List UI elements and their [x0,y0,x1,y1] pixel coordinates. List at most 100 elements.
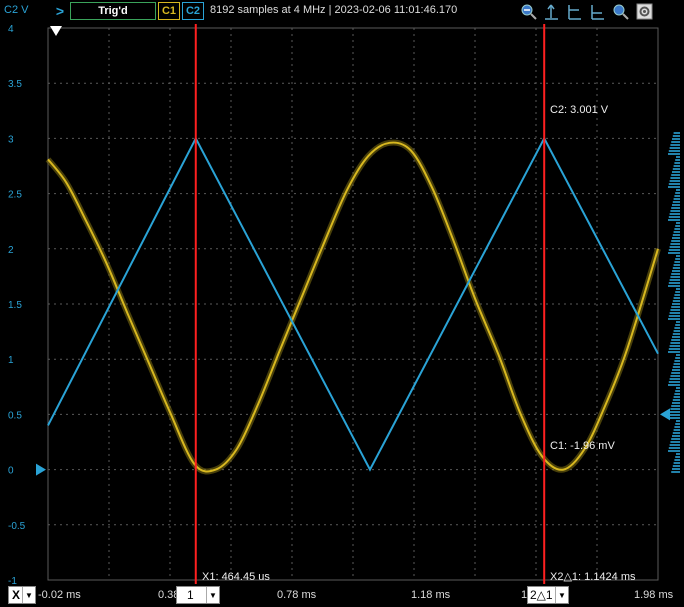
histogram-bar [674,195,680,197]
histogram-bar [668,282,680,284]
histogram-bar [674,228,680,230]
delta-cursor-label: X2△1: 1.1424 ms [550,571,636,583]
histogram-bar [669,180,680,182]
histogram-bar [671,273,680,275]
histogram-bar [675,324,680,326]
histogram-bar [674,459,680,461]
histogram-bar [668,285,680,287]
y-tick-label: 2.5 [8,190,22,201]
histogram-bar [676,156,680,158]
histogram-bar [668,216,680,218]
histogram-bar [673,396,680,398]
histogram-bar [668,183,680,185]
histogram-bar [673,462,680,464]
histogram-bar [675,423,680,425]
c2-value-label: C2: 3.001 V [550,104,609,116]
histogram-bar [672,333,680,335]
x-start-label: -0.02 ms [38,589,81,601]
zoom-icon[interactable] [612,3,629,20]
chevron-down-icon: ▼ [555,587,568,603]
histogram-bar [668,414,680,416]
histogram-bar [670,144,680,146]
histogram-bar [668,381,680,383]
histogram-bar [669,411,680,413]
histogram-bar [670,177,680,179]
cursor-right-icon[interactable] [589,3,606,20]
histogram-bar [673,330,680,332]
histogram-bar [674,393,680,395]
histogram-bar [676,255,680,257]
histogram-bar [672,300,680,302]
y-tick-label: 3.5 [8,79,22,90]
histogram-bar [672,468,680,470]
histogram-bar [671,339,680,341]
y-tick-label: -1 [8,576,17,584]
cursor1-select-value: 1 [187,588,194,602]
histogram-bar [675,258,680,260]
axis-select-value: X [12,588,21,602]
cursor2-select[interactable]: 2△1 ▼ [527,586,569,604]
x1-cursor-label: X1: 464.45 us [202,571,270,583]
run-arrow-button[interactable]: > [52,2,68,20]
histogram-bar [670,243,680,245]
y-tick-label: 2 [8,245,14,256]
y-tick-label: 3 [8,134,14,145]
histogram-bar [676,354,680,356]
y-tick-label: 1 [8,355,14,366]
scope-plot[interactable]: 4 3.5 3 2.5 2 1.5 1 0.5 0 -0.5 -1 C2: 3.001 V C1: … [0,24,684,584]
histogram-bar [672,399,680,401]
channel1-button[interactable]: C1 [158,2,180,20]
histogram-bar [668,252,680,254]
histogram-bar [676,189,680,191]
histogram-bar [672,303,680,305]
histogram-bar [671,141,680,143]
trigger-status-button[interactable]: Trig'd [70,2,156,20]
histogram-bar [672,432,680,434]
histogram-bar [669,345,680,347]
histogram-bar [669,246,680,248]
channel2-button[interactable]: C2 [182,2,204,20]
axis-select[interactable]: X ▼ [8,586,36,604]
histogram-bar [668,249,680,251]
histogram-bar [668,153,680,155]
histogram-bar [670,210,680,212]
histogram-bar [672,267,680,269]
c1-value-label: C1: -1.96 mV [550,440,615,452]
histogram-bar [672,270,680,272]
histogram-bar [671,240,680,242]
histogram-bar [674,426,680,428]
histogram-bar [676,387,680,389]
settings-icon[interactable] [636,3,653,20]
histogram-bar [672,237,680,239]
histogram-bar [675,390,680,392]
histogram-bar [670,441,680,443]
cursor1-select[interactable]: 1 ▼ [176,586,220,604]
zoom-reset-icon[interactable] [520,3,537,20]
y-tick-label: -0.5 [8,521,26,532]
histogram-bar [673,264,680,266]
histogram-bar [671,471,680,473]
histogram-bar [668,351,680,353]
histogram-bar [669,312,680,314]
histogram-bar [670,276,680,278]
cursor-left-icon[interactable] [566,3,583,20]
histogram-bar [672,435,680,437]
histogram-bar [668,384,680,386]
bottom-bar: X ▼ -0.02 ms 0.38 1 ▼ 0.78 ms 1.18 ms 1 … [0,584,684,607]
channel-unit-label: C2 V [4,4,29,16]
y-tick-label: 0.5 [8,410,22,421]
histogram-bar [669,213,680,215]
histogram-bar [671,207,680,209]
histogram-bar [672,369,680,371]
cursor-icon[interactable] [543,3,560,20]
histogram-bar [672,168,680,170]
histogram-bar [673,198,680,200]
x-tick3: 1.18 ms [411,589,451,601]
histogram-bar [668,450,680,452]
histogram-bar [675,192,680,194]
histogram-bar [669,147,680,149]
histogram-bar [669,378,680,380]
histogram-bar [671,438,680,440]
histogram-bar [676,453,680,455]
histogram-bar [670,408,680,410]
